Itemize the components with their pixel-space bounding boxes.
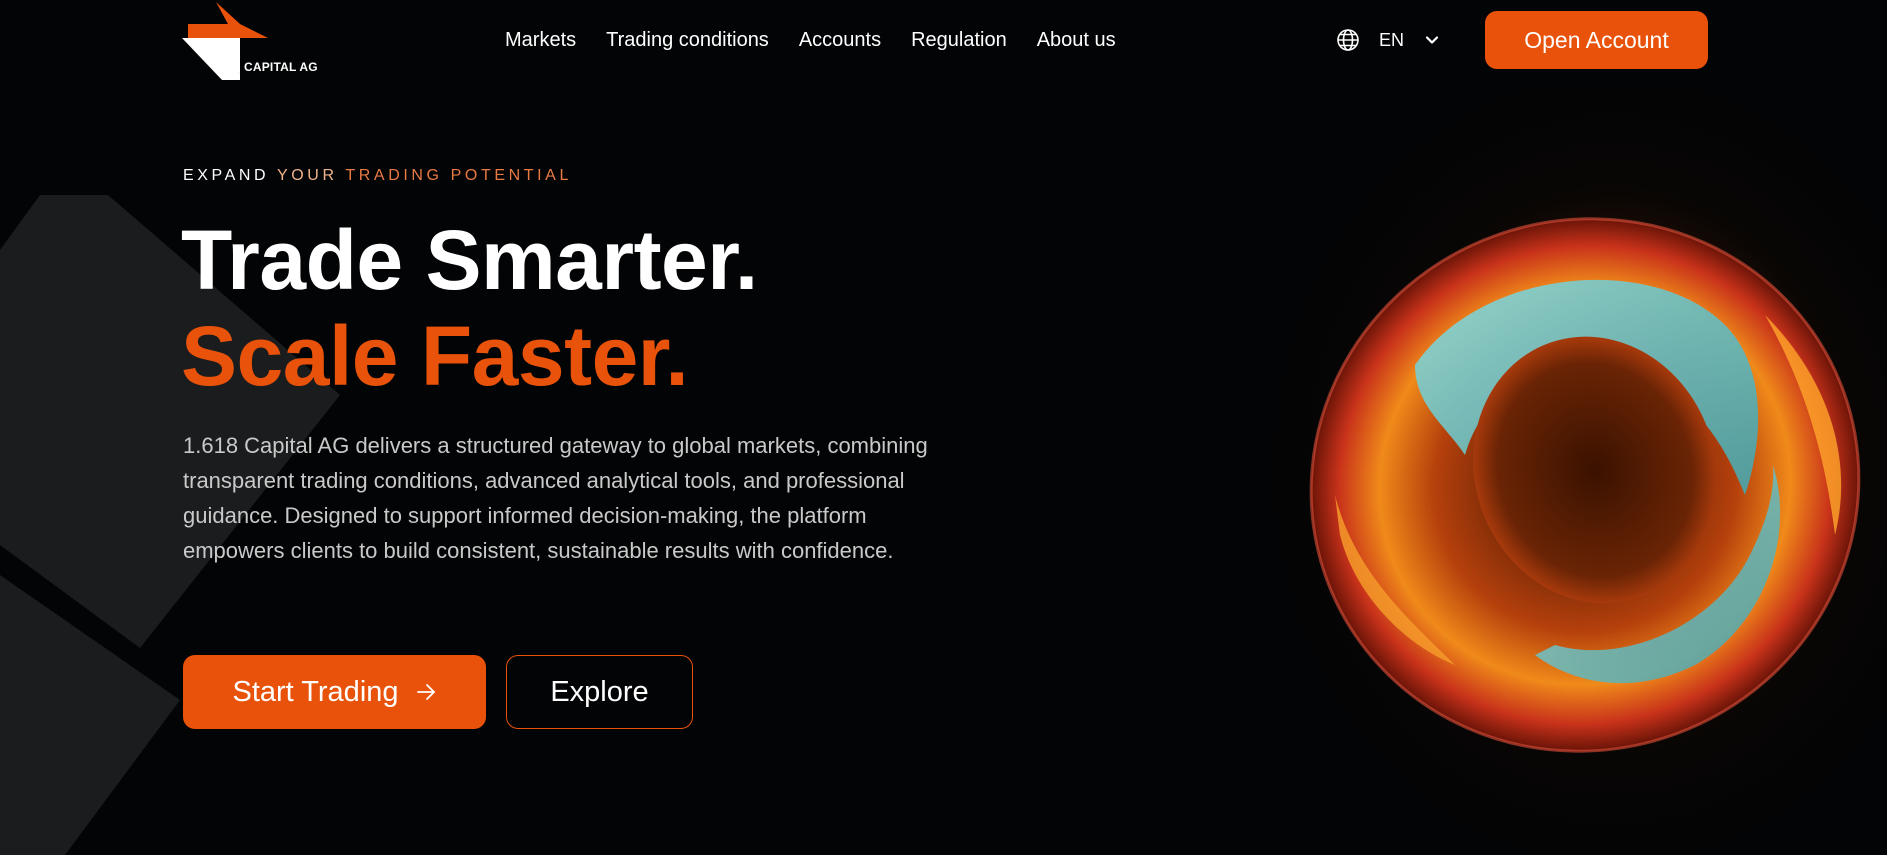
start-trading-label: Start Trading [232,675,399,708]
brand-name: CAPITAL AG [244,60,318,74]
main-nav: Markets Trading conditions Accounts Regu… [505,28,1146,52]
explore-button[interactable]: Explore [506,655,693,729]
eyebrow-word-2: YOUR [276,167,338,184]
hero-eyebrow: EXPAND YOUR TRADING POTENTIAL [183,167,572,185]
eyebrow-word-1: EXPAND [183,167,270,184]
arrow-right-icon [415,681,437,703]
start-trading-button[interactable]: Start Trading [183,655,486,729]
brand-logo[interactable]: CAPITAL AG [182,2,322,80]
language-code: EN [1379,29,1405,50]
open-account-button[interactable]: Open Account [1485,11,1708,69]
nav-item-trading-conditions[interactable]: Trading conditions [606,28,769,52]
headline-line-1: Trade Smarter. [181,213,758,307]
glowing-torus-image [1309,217,1861,753]
site-header: CAPITAL AG Markets Trading conditions Ac… [0,0,1887,80]
language-selector[interactable]: EN [1336,26,1440,54]
hero-description: 1.618 Capital AG delivers a structured g… [183,433,928,563]
globe-icon [1337,29,1359,51]
hero-headline: Trade Smarter. Scale Faster. [181,212,758,404]
headline-line-2: Scale Faster. [181,309,689,403]
nav-item-about-us[interactable]: About us [1037,28,1116,52]
nav-item-accounts[interactable]: Accounts [799,28,881,52]
chevron-down-icon [1425,36,1439,44]
eyebrow-word-3: TRADING POTENTIAL [345,167,572,184]
nav-item-regulation[interactable]: Regulation [911,28,1007,52]
nav-item-markets[interactable]: Markets [505,28,576,52]
landing-page: CAPITAL AG Markets Trading conditions Ac… [0,0,1887,855]
